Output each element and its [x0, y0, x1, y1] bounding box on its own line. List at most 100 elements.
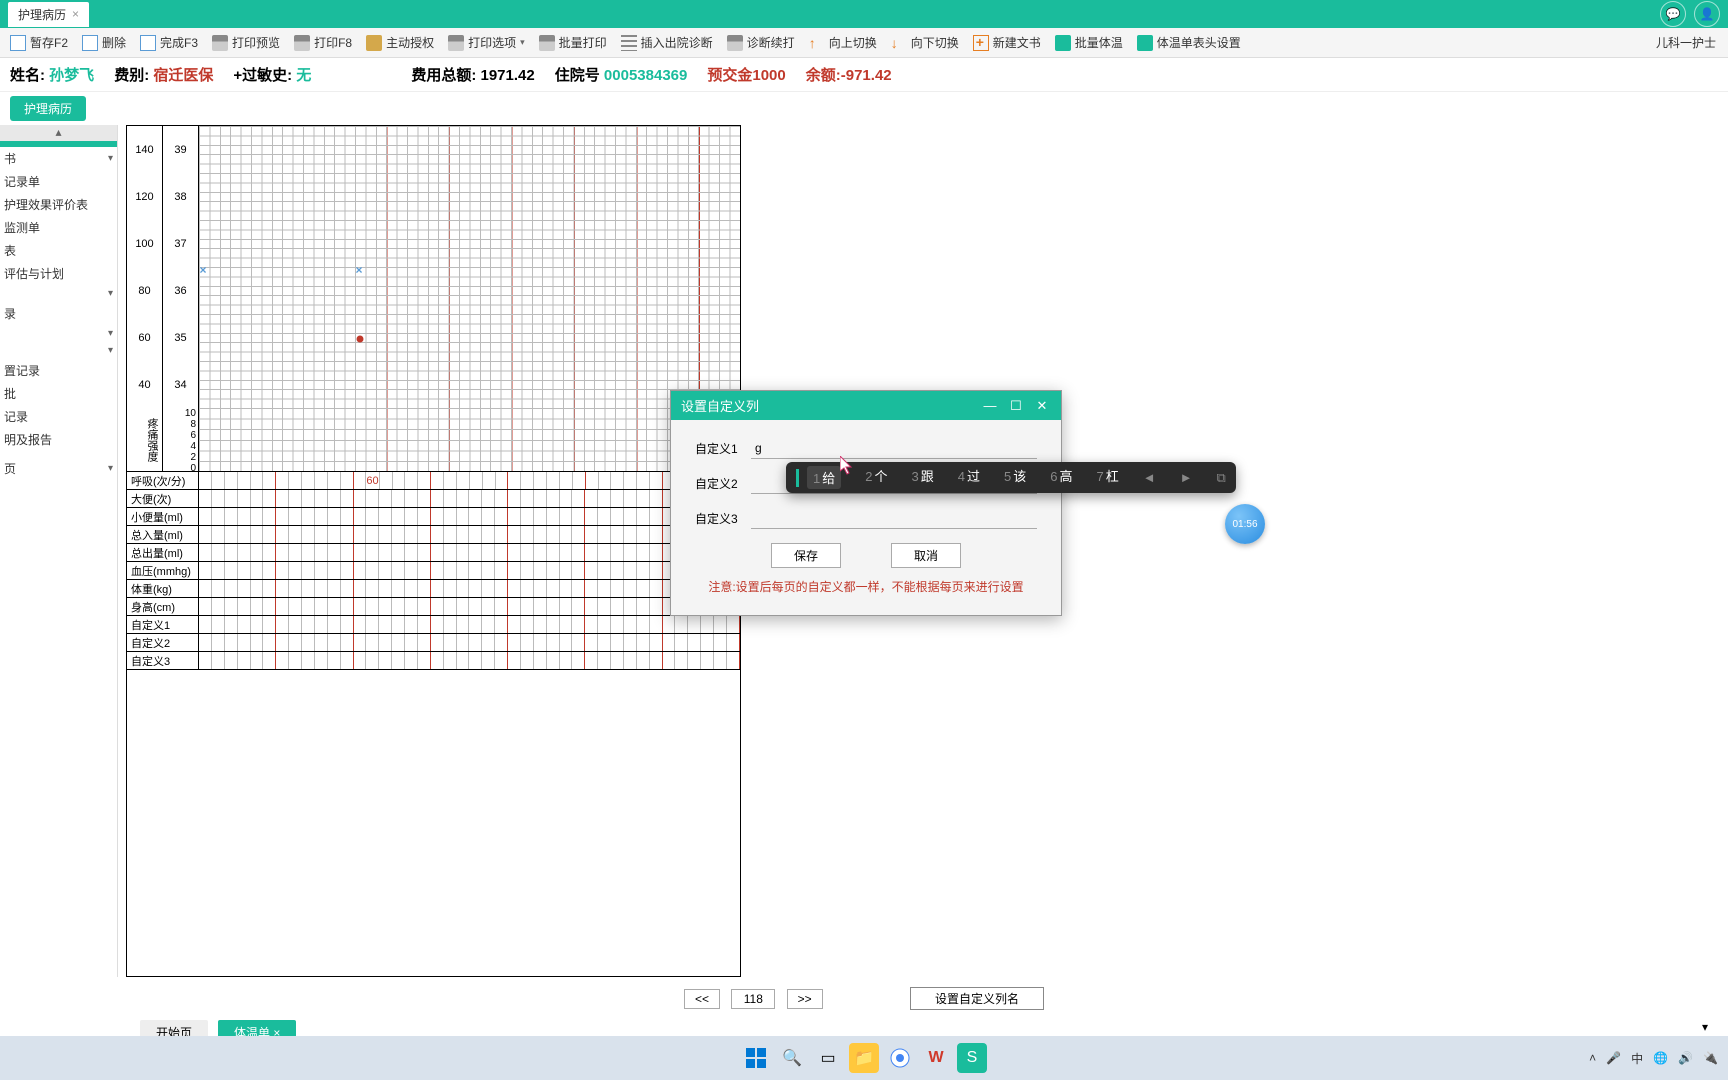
data-cell[interactable] — [379, 580, 392, 597]
data-cell[interactable] — [611, 472, 624, 489]
data-cell[interactable] — [675, 634, 688, 651]
data-cell[interactable] — [611, 562, 624, 579]
data-cell[interactable] — [366, 508, 379, 525]
data-cell[interactable] — [495, 562, 508, 579]
data-cell[interactable] — [392, 598, 405, 615]
data-cell[interactable] — [225, 652, 238, 669]
data-cell[interactable] — [585, 580, 598, 597]
data-cell[interactable] — [212, 562, 225, 579]
data-cell[interactable] — [341, 652, 354, 669]
data-cell[interactable] — [457, 490, 470, 507]
wps-icon[interactable]: W — [921, 1043, 951, 1073]
data-cell[interactable] — [521, 472, 534, 489]
data-cell[interactable] — [534, 634, 547, 651]
data-cell[interactable] — [572, 562, 585, 579]
data-cell[interactable] — [418, 652, 431, 669]
data-cell[interactable] — [457, 652, 470, 669]
data-cell[interactable] — [624, 580, 637, 597]
data-cell[interactable] — [431, 472, 444, 489]
data-cell[interactable] — [496, 472, 509, 489]
data-cell[interactable] — [650, 616, 663, 633]
data-cell[interactable] — [585, 562, 598, 579]
data-cell[interactable] — [521, 598, 534, 615]
sidebar-item[interactable]: 表 — [0, 239, 117, 262]
data-cell[interactable] — [366, 652, 379, 669]
data-cell[interactable] — [302, 562, 315, 579]
data-cell[interactable] — [238, 580, 251, 597]
close-icon[interactable]: × — [72, 7, 79, 21]
data-cell[interactable] — [315, 652, 328, 669]
data-cell[interactable] — [328, 490, 341, 507]
data-cell[interactable] — [225, 634, 238, 651]
data-cell[interactable] — [354, 616, 367, 633]
data-cell[interactable] — [289, 562, 302, 579]
data-cell[interactable] — [289, 580, 302, 597]
dialog-close-icon[interactable]: ✕ — [1033, 398, 1051, 414]
data-cell[interactable] — [328, 562, 341, 579]
data-cell[interactable] — [650, 544, 663, 561]
data-cell[interactable] — [225, 598, 238, 615]
data-cell[interactable] — [598, 580, 611, 597]
data-cell[interactable] — [572, 616, 585, 633]
data-cell[interactable] — [354, 598, 367, 615]
ime-expand-icon[interactable]: ⧉ — [1217, 470, 1226, 486]
data-cell[interactable] — [572, 490, 585, 507]
data-cell[interactable] — [457, 634, 470, 651]
data-cell[interactable] — [482, 544, 495, 561]
data-cell[interactable] — [598, 544, 611, 561]
data-cell[interactable] — [199, 616, 212, 633]
data-cell[interactable] — [585, 526, 598, 543]
data-cell[interactable] — [405, 472, 418, 489]
ime-candidate[interactable]: 6高 — [1050, 466, 1072, 489]
data-cell[interactable] — [302, 598, 315, 615]
data-cell[interactable] — [315, 526, 328, 543]
data-cell[interactable] — [701, 652, 714, 669]
data-cell[interactable] — [637, 490, 650, 507]
data-cell[interactable] — [405, 616, 418, 633]
data-cell[interactable] — [392, 490, 405, 507]
data-cell[interactable] — [418, 472, 431, 489]
data-cell[interactable] — [354, 526, 367, 543]
pager-prev[interactable]: << — [684, 989, 720, 1009]
data-cell[interactable] — [598, 634, 611, 651]
data-cell[interactable] — [418, 616, 431, 633]
data-cell[interactable] — [727, 652, 740, 669]
data-cell[interactable] — [598, 562, 611, 579]
data-cell[interactable] — [263, 562, 276, 579]
data-cell[interactable] — [586, 472, 599, 489]
data-cell[interactable] — [276, 598, 289, 615]
sidebar-item[interactable]: 页▾ — [0, 457, 117, 480]
data-cell[interactable] — [521, 634, 534, 651]
data-cell[interactable] — [431, 634, 444, 651]
data-cell[interactable] — [547, 526, 560, 543]
data-cell[interactable] — [315, 472, 328, 489]
data-cell[interactable] — [650, 472, 663, 489]
sidebar-item[interactable]: ▾ — [0, 342, 117, 359]
data-cell[interactable] — [225, 490, 238, 507]
data-cell[interactable] — [482, 490, 495, 507]
data-cell[interactable] — [444, 526, 457, 543]
data-cell[interactable] — [521, 652, 534, 669]
data-cell[interactable] — [495, 544, 508, 561]
tray-chevron-icon[interactable]: ˄ — [1589, 1051, 1596, 1065]
data-cell[interactable] — [276, 508, 289, 525]
data-cell[interactable] — [379, 598, 392, 615]
data-cell[interactable] — [572, 598, 585, 615]
btn-print[interactable]: 打印F8 — [288, 31, 358, 54]
data-cell[interactable] — [650, 598, 663, 615]
data-cell[interactable] — [212, 634, 225, 651]
btn-printopt[interactable]: 打印选项▾ — [442, 31, 531, 54]
data-cell[interactable] — [392, 652, 405, 669]
dialog-cancel-button[interactable]: 取消 — [891, 543, 961, 568]
data-cell[interactable] — [199, 634, 212, 651]
data-cell[interactable] — [637, 652, 650, 669]
data-cell[interactable] — [212, 598, 225, 615]
data-cell[interactable] — [547, 616, 560, 633]
data-cell[interactable] — [508, 598, 521, 615]
data-cell[interactable] — [495, 580, 508, 597]
data-cell[interactable] — [534, 562, 547, 579]
data-cell[interactable] — [675, 652, 688, 669]
data-cell[interactable] — [225, 562, 238, 579]
data-cell[interactable] — [444, 472, 457, 489]
data-cell[interactable] — [457, 472, 470, 489]
